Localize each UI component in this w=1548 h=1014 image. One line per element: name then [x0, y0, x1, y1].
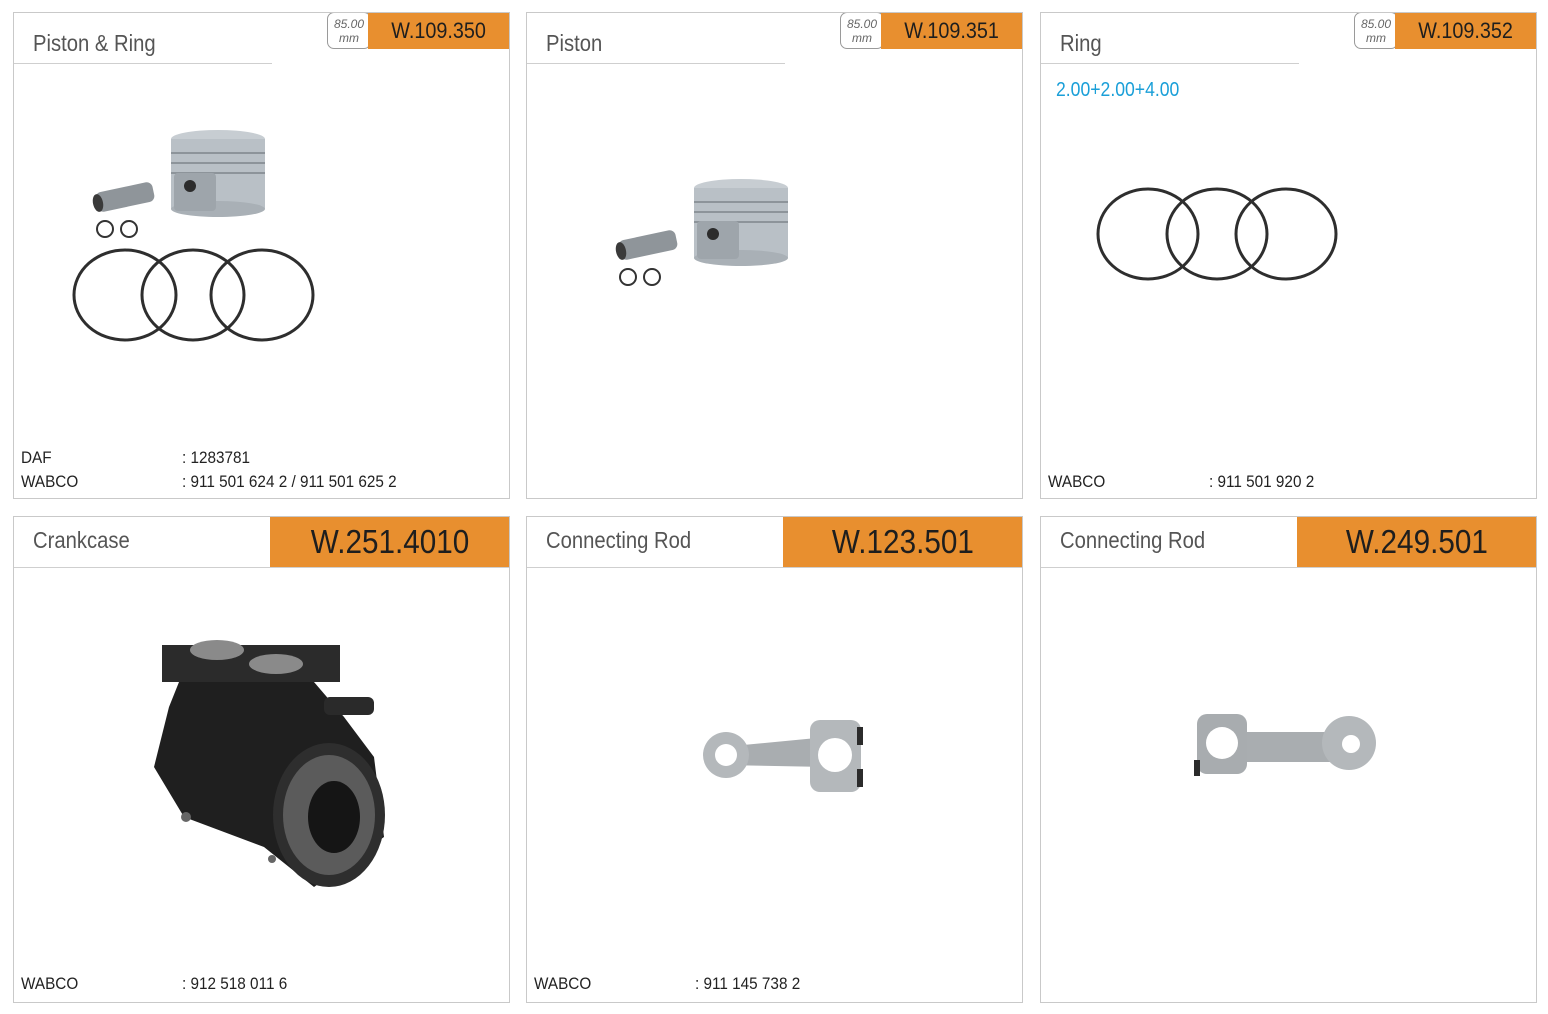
reference-number: : 912 518 011 6	[182, 974, 288, 993]
connecting-rod-image	[703, 720, 863, 792]
product-card-ring[interactable]: Ring 85.00 mm W.109.352 2.00+2.00+4.00 W…	[1040, 12, 1537, 499]
product-card-piston[interactable]: Piston 85.00 mm W.109.351	[526, 12, 1023, 499]
reference-brand: WABCO	[1048, 472, 1106, 491]
piston-part	[171, 130, 265, 217]
reference-brand: DAF	[21, 448, 52, 467]
piston-pin-part	[615, 230, 678, 260]
reference-number: : 911 145 738 2	[695, 974, 801, 993]
piston-and-ring-set-image	[72, 130, 315, 342]
piston-rings-part	[72, 248, 315, 342]
product-card-piston-ring[interactable]: Piston & Ring 85.00 mm W.109.350 DAF: 1…	[13, 12, 510, 499]
piston-rings-image	[1096, 187, 1338, 281]
connecting-rod-image	[1194, 714, 1376, 776]
crankcase-image	[154, 640, 385, 887]
reference-brand: WABCO	[534, 974, 592, 993]
product-card-crankcase[interactable]: Crankcase W.251.4010 WABCO : 912 518 011…	[13, 516, 510, 1003]
reference-number: : 1283781	[182, 448, 251, 467]
product-card-connecting-rod[interactable]: Connecting Rod W.123.501 WABCO : 911 145…	[526, 516, 1023, 1003]
piston-image	[615, 179, 788, 286]
reference-brand: WABCO	[21, 472, 79, 491]
piston-part	[694, 179, 788, 266]
product-card-connecting-rod[interactable]: Connecting Rod W.249.501	[1040, 516, 1537, 1003]
reference-brand: WABCO	[21, 974, 79, 993]
piston-pin-part	[92, 182, 155, 212]
reference-number: : 911 501 624 2 / 911 501 625 2	[182, 472, 397, 491]
reference-number: : 911 501 920 2	[1209, 472, 1315, 491]
